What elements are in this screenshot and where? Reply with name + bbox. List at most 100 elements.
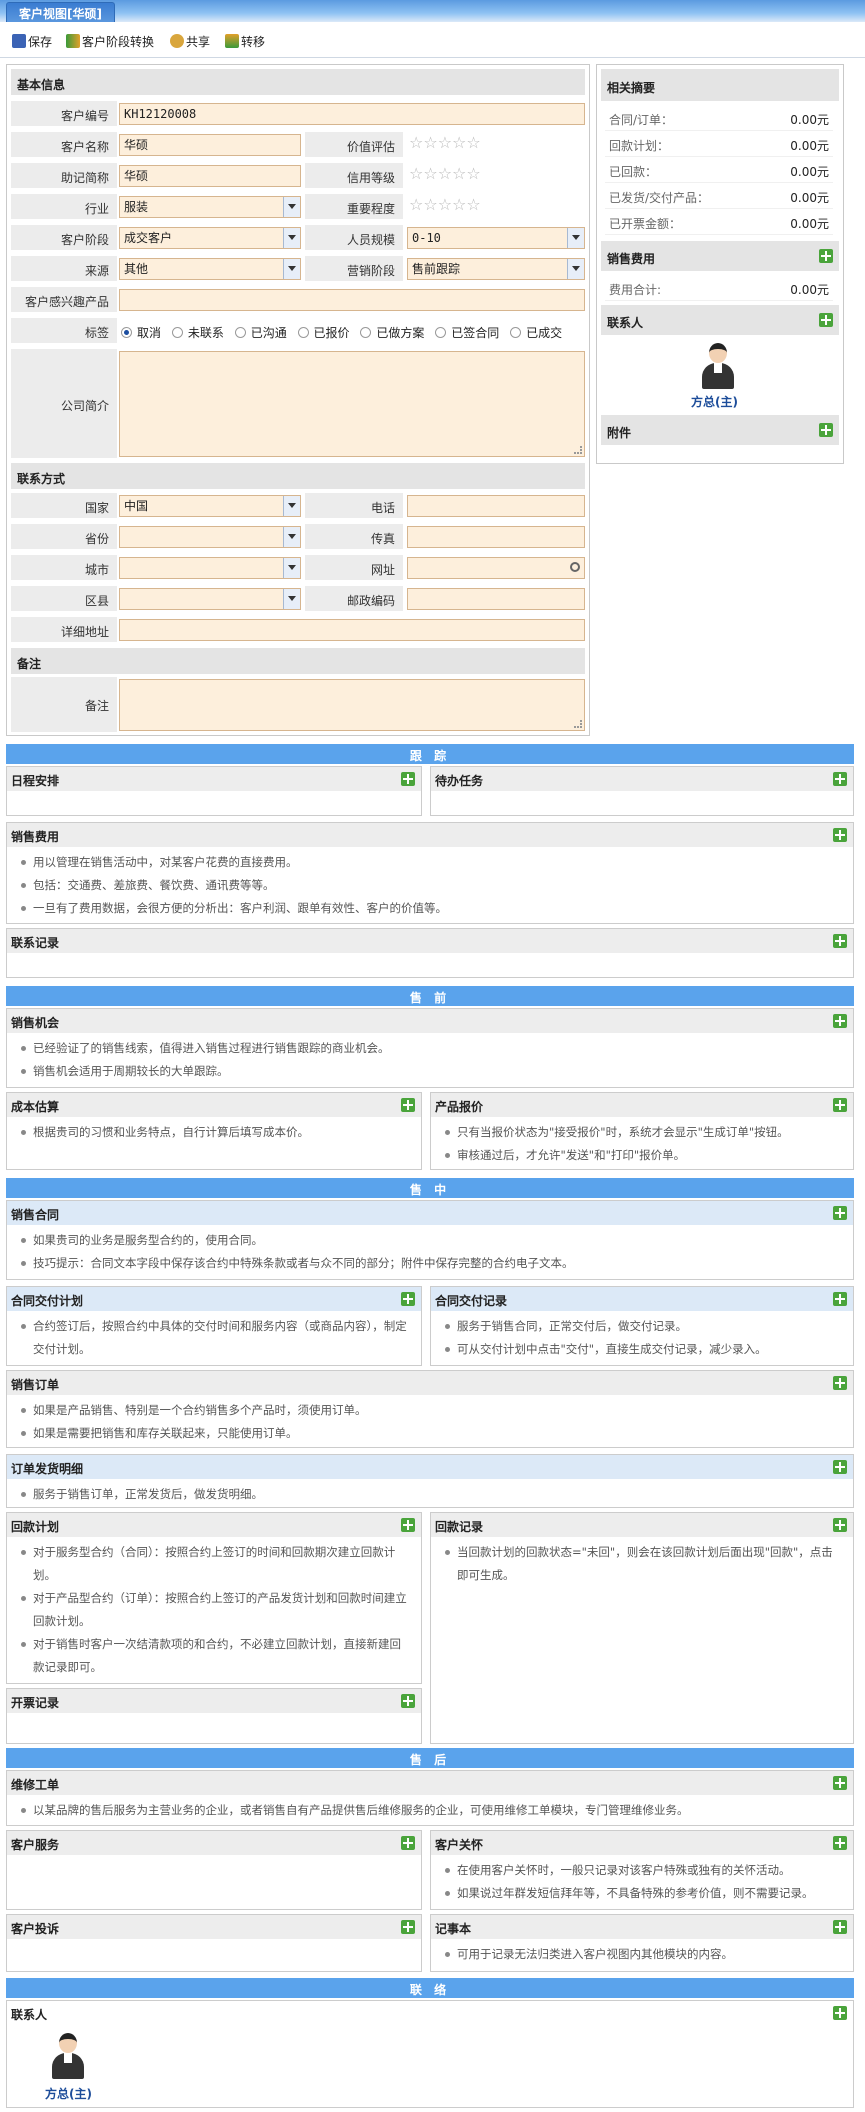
link-contact-box: 联系人 方总(主)	[6, 2000, 854, 2108]
district-select[interactable]	[119, 588, 301, 610]
contact-section-title: 联系方式	[11, 463, 585, 489]
plus-icon[interactable]	[401, 1518, 415, 1532]
radio-icon	[297, 327, 309, 338]
list-item: 在使用客户关怀时，一般只记录对该客户特殊或独有的关怀活动。	[445, 1859, 843, 1882]
plus-icon[interactable]	[833, 828, 847, 842]
plus-icon[interactable]	[819, 313, 833, 327]
plus-icon[interactable]	[833, 2006, 847, 2020]
order-box: 销售订单 如果是产品销售、特别是一个合约销售多个产品时，须使用订单。 如果是需要把…	[6, 1370, 854, 1448]
fee-title-text: 销售费用	[607, 252, 656, 266]
resize-handle[interactable]	[574, 446, 582, 454]
staff-select[interactable]: 0-10	[407, 227, 585, 249]
window-tab[interactable]: 客户视图[华硕]	[6, 2, 115, 22]
payrec-title: 回款记录	[435, 1520, 484, 1534]
city-select[interactable]	[119, 557, 301, 579]
source-select[interactable]: 其他	[119, 258, 301, 280]
plus-icon[interactable]	[833, 1376, 847, 1390]
city-label: 城市	[11, 555, 117, 581]
track-band: 跟 踪	[6, 744, 854, 764]
fee-key: 费用合计:	[609, 283, 662, 297]
avatar-icon[interactable]	[51, 2033, 85, 2079]
phone-label: 电话	[305, 493, 403, 519]
zip-field[interactable]	[407, 588, 585, 610]
share-button[interactable]: 共享	[170, 32, 210, 50]
schedule-box: 日程安排	[6, 766, 422, 816]
code-label: 客户编号	[11, 101, 117, 127]
avatar-icon[interactable]	[701, 343, 735, 389]
tag-radio-closed[interactable]: 已成交	[510, 324, 562, 341]
sales-stage-select[interactable]: 售前跟踪	[407, 258, 585, 280]
stage-value: 成交客户	[124, 231, 173, 245]
tag-radio-signed[interactable]: 已签合同	[435, 324, 499, 341]
list-item: 可从交付计划中点击"交付"，直接生成交付记录，减少录入。	[445, 1338, 843, 1361]
ship-header: 订单发货明细	[7, 1455, 853, 1479]
save-button[interactable]: 保存	[12, 32, 52, 50]
invoice-header: 开票记录	[7, 1689, 421, 1713]
phone-field[interactable]	[407, 495, 585, 517]
intro-textarea[interactable]	[119, 351, 585, 457]
remark-textarea[interactable]	[119, 679, 585, 731]
plus-icon[interactable]	[833, 1098, 847, 1112]
stage-select[interactable]: 成交客户	[119, 227, 301, 249]
plus-icon[interactable]	[833, 934, 847, 948]
list-item: 对于产品型合约（订单）：按照合约上签订的产品发货计划和回款时间建立回款计划。	[21, 1587, 411, 1633]
save-label: 保存	[28, 34, 53, 49]
plus-icon[interactable]	[819, 249, 833, 263]
plus-icon[interactable]	[401, 1098, 415, 1112]
value-rating[interactable]: ☆☆☆☆☆	[409, 133, 481, 152]
list-item: 如果贵司的业务是服务型合约的，使用合同。	[21, 1229, 843, 1252]
plus-icon[interactable]	[819, 423, 833, 437]
star-icon[interactable]: ☆☆☆☆☆	[409, 133, 481, 152]
code-field[interactable]: KH12120008	[119, 103, 585, 125]
star-icon[interactable]: ☆☆☆☆☆	[409, 195, 481, 214]
short-field[interactable]: 华硕	[119, 165, 301, 187]
contract-box: 销售合同 如果贵司的业务是服务型合约的，使用合同。 技巧提示：合同文本字段中保存该…	[6, 1200, 854, 1280]
province-select[interactable]	[119, 526, 301, 548]
complaint-header: 客户投诉	[7, 1915, 421, 1939]
tag-radio-communicated[interactable]: 已沟通	[234, 324, 287, 341]
tag-radio-quoted[interactable]: 已报价	[297, 324, 350, 341]
industry-select[interactable]: 服装	[119, 196, 301, 218]
search-icon[interactable]	[570, 562, 580, 572]
dropdown-arrow-icon	[288, 266, 296, 271]
plus-icon[interactable]	[833, 1518, 847, 1532]
plus-icon[interactable]	[401, 772, 415, 786]
source-label: 来源	[11, 256, 117, 282]
summary-value: 0.00元	[790, 165, 829, 179]
plus-icon[interactable]	[833, 1920, 847, 1934]
address-field[interactable]	[119, 619, 585, 641]
interest-field[interactable]	[119, 289, 585, 311]
ship-box: 订单发货明细 服务于销售订单，正常发货后，做发货明细。	[6, 1454, 854, 1508]
tag-radio-proposal[interactable]: 已做方案	[360, 324, 424, 341]
link-contact-name[interactable]: 方总(主)	[45, 2085, 92, 2102]
plus-icon[interactable]	[401, 1292, 415, 1306]
credit-rating[interactable]: ☆☆☆☆☆	[409, 164, 481, 183]
star-icon[interactable]: ☆☆☆☆☆	[409, 164, 481, 183]
fax-field[interactable]	[407, 526, 585, 548]
plus-icon[interactable]	[401, 1920, 415, 1934]
after-band: 售 后	[6, 1748, 854, 1768]
country-select[interactable]: 中国	[119, 495, 301, 517]
summary-key: 已发货/交付产品：	[609, 191, 710, 205]
plus-icon[interactable]	[401, 1694, 415, 1708]
stage-convert-button[interactable]: 客户阶段转换	[66, 32, 154, 50]
plus-icon[interactable]	[833, 1776, 847, 1790]
plus-icon[interactable]	[833, 772, 847, 786]
plus-icon[interactable]	[833, 1292, 847, 1306]
staff-value: 0-10	[412, 231, 441, 245]
tag-radio-cancel[interactable]: 取消	[121, 324, 161, 341]
transfer-button[interactable]: 转移	[225, 32, 265, 50]
web-field[interactable]	[407, 557, 585, 579]
plus-icon[interactable]	[833, 1206, 847, 1220]
plus-icon[interactable]	[833, 1836, 847, 1850]
importance-rating[interactable]: ☆☆☆☆☆	[409, 195, 481, 214]
interest-label: 客户感兴趣产品	[11, 287, 117, 313]
plus-icon[interactable]	[401, 1836, 415, 1850]
tag-radio-uncontacted[interactable]: 未联系	[171, 324, 224, 341]
plus-icon[interactable]	[833, 1460, 847, 1474]
contact-name-link[interactable]: 方总(主)	[691, 393, 738, 410]
name-field[interactable]: 华硕	[119, 134, 301, 156]
resize-handle[interactable]	[574, 720, 582, 728]
plus-icon[interactable]	[833, 1014, 847, 1028]
plan-header: 合同交付计划	[7, 1287, 421, 1311]
